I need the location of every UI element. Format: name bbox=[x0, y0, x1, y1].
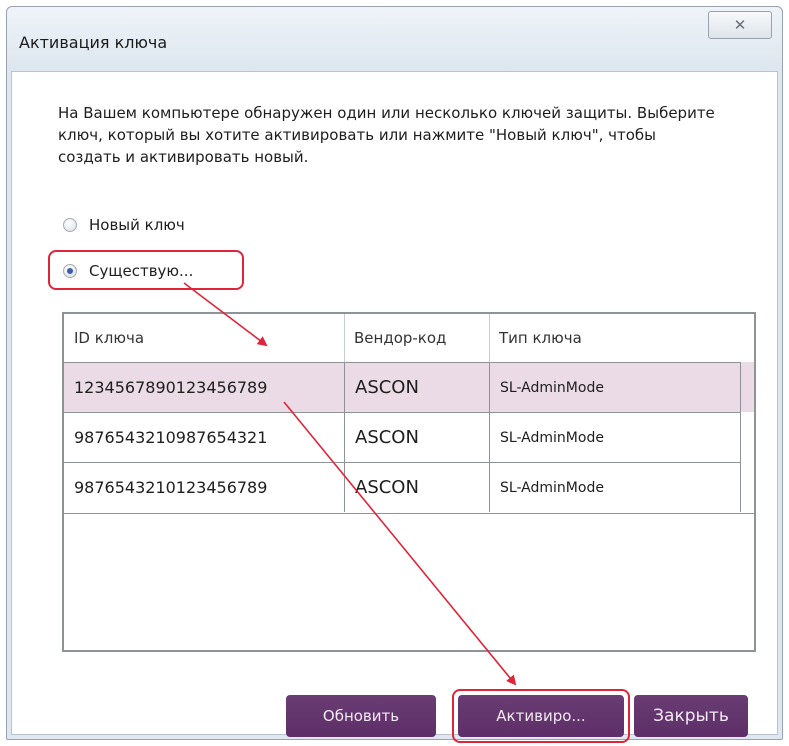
arrow-to-activate-button bbox=[283, 401, 517, 686]
annotation-arrows bbox=[183, 282, 517, 686]
arrow-to-table bbox=[183, 282, 268, 347]
